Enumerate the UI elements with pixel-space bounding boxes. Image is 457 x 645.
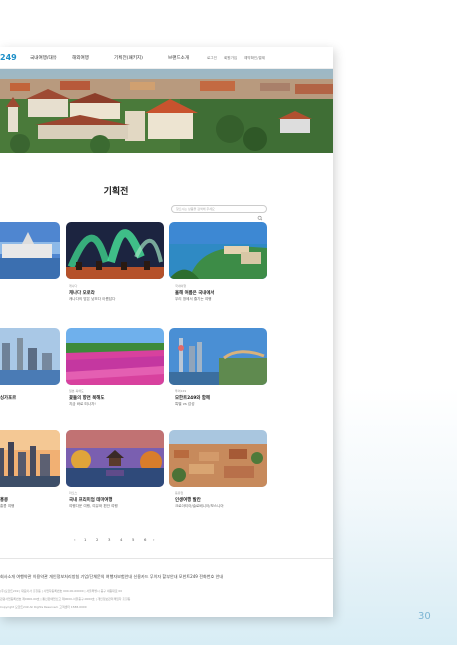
card-title[interactable]: 올해 여름은 국내에서 <box>175 290 214 296</box>
card-category: 일본 북해도 <box>69 389 84 393</box>
website-page: 249 국내여행/대유 해외여행 기획전(패키지) 브랜드소개 로그인 회원가입… <box>0 47 333 617</box>
pagination-next[interactable]: › <box>153 537 155 542</box>
card-image-coastal-city[interactable] <box>0 222 60 279</box>
card-title[interactable]: 인생여행 발칸 <box>175 497 201 503</box>
nav-item-overseas[interactable]: 해외여행 <box>72 55 89 61</box>
pagination-prev[interactable]: ‹ <box>74 537 76 542</box>
card-category: 국내여행 <box>175 284 187 288</box>
card-title[interactable]: 캐나다 오로라 <box>69 290 95 296</box>
card-category: 캐나다 <box>69 284 78 288</box>
card-image-city-skyline[interactable] <box>0 328 60 385</box>
search-icon[interactable] <box>257 206 263 221</box>
card-image-pagoda[interactable] <box>66 430 164 487</box>
card-image-island-coast[interactable] <box>169 222 267 279</box>
card-title[interactable]: 싱가포르 <box>0 395 16 401</box>
card-title[interactable]: 꽃들의 향연 북해도 <box>69 395 104 401</box>
card-image-flower-field[interactable] <box>66 328 164 385</box>
footer-info: Copyright 모한트249 All Rights Reserved. 고객… <box>0 605 87 609</box>
card-description: 크로아티아/슬로베니아/보스니아 <box>175 504 224 508</box>
card-title[interactable]: 홍콩 <box>0 497 8 503</box>
card-description: 캐나다의 밤은 낮보다 아름답다 <box>69 297 116 301</box>
login-link[interactable]: 로그인 <box>207 56 217 61</box>
top-navigation: 249 국내여행/대유 해외여행 기획전(패키지) 브랜드소개 로그인 회원가입… <box>0 47 333 69</box>
card-title[interactable]: 국내 프리미엄 테마여행 <box>69 497 112 503</box>
search-placeholder: 찾으시는 상품을 검색해 주세요 <box>176 207 215 212</box>
card-image-aurora[interactable] <box>66 222 164 279</box>
page-title: 기획전 <box>103 187 129 197</box>
card-category: 투어249 <box>175 389 187 393</box>
reservation-link[interactable]: 예약확인/결제 <box>244 56 265 61</box>
card-category: 동유럽 <box>175 491 184 495</box>
pagination-page[interactable]: 4 <box>120 537 122 542</box>
page-number: 30 <box>418 611 431 622</box>
card-description: 우리 땅에서 즐기는 여행 <box>175 297 212 301</box>
pagination-page[interactable]: 3 <box>108 537 110 542</box>
footer-info: 관광사업등록번호 제0000-00호 | 통신판매업신고 제0000-서울중구-… <box>0 597 131 601</box>
card-description: 여행다운 여행, 여유와 편안 여행 <box>69 504 118 508</box>
pagination-page[interactable]: 1 <box>84 537 86 542</box>
signup-link[interactable]: 회원가입 <box>224 56 237 61</box>
brand-logo[interactable]: 249 <box>0 53 17 62</box>
footer-links[interactable]: 회사소개 여행약관 이용약관 개인정보처리방침 기업/단체문의 여행자보험안내 … <box>0 574 223 580</box>
card-description: 홍콩 여행 <box>0 504 15 508</box>
nav-item-brand[interactable]: 브랜드소개 <box>168 55 189 61</box>
card-image-balkan-city[interactable] <box>169 430 267 487</box>
card-image-shanghai[interactable] <box>169 328 267 385</box>
card-image-hongkong[interactable] <box>0 430 60 487</box>
card-title[interactable]: 모한트249와 함께 <box>175 395 210 401</box>
pagination: ‹ 1 2 3 4 5 6 › <box>0 537 333 545</box>
card-description: 지금 바로 떠나자! <box>69 402 96 406</box>
search-input[interactable]: 찾으시는 상품을 검색해 주세요 <box>171 205 267 221</box>
card-category: 라오스 <box>69 491 78 495</box>
footer-divider <box>0 558 333 559</box>
pagination-page[interactable]: 2 <box>96 537 98 542</box>
card-description: 특별 vs 감성 <box>175 402 195 406</box>
footer-info: (주)모한트249 | 대표이사 홍길동 | 사업자등록번호 000-00-00… <box>0 589 123 593</box>
nav-item-domestic[interactable]: 국내여행/대유 <box>30 55 57 61</box>
nav-item-promotions[interactable]: 기획전(패키지) <box>114 55 143 61</box>
hero-banner-image <box>0 69 333 153</box>
pagination-page[interactable]: 6 <box>144 537 146 542</box>
pagination-page[interactable]: 5 <box>132 537 134 542</box>
